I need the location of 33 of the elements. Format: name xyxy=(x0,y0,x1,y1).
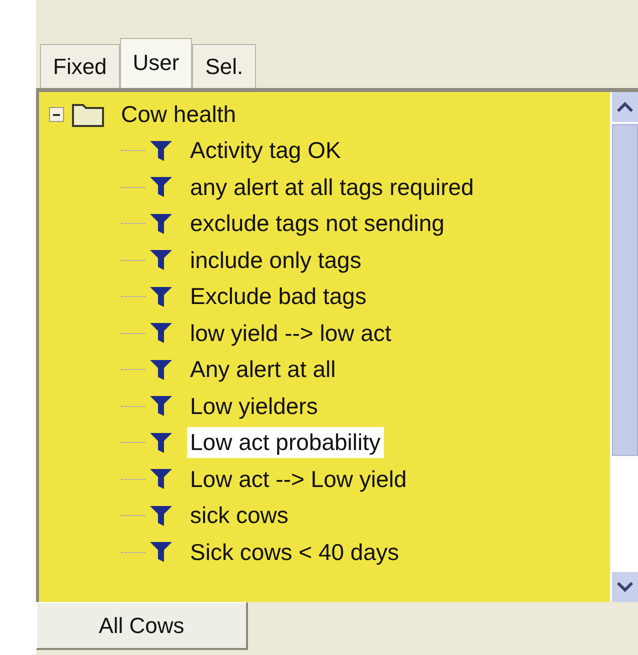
tab[interactable]: Fixed xyxy=(40,44,120,88)
tree-item[interactable]: sick cows xyxy=(187,500,292,532)
tree-item[interactable]: exclude tags not sending xyxy=(187,208,448,240)
filter-icon xyxy=(149,504,173,528)
tree-folder-label[interactable]: Cow health xyxy=(118,98,240,130)
tree-item[interactable]: include only tags xyxy=(187,244,364,276)
filter-icon xyxy=(149,358,173,382)
filter-icon xyxy=(149,394,173,418)
filter-icon xyxy=(149,212,173,236)
tree-item[interactable]: Sick cows < 40 days xyxy=(187,536,402,568)
scrollbar[interactable] xyxy=(610,92,638,602)
filter-icon xyxy=(149,321,173,346)
filter-icon xyxy=(149,467,173,492)
filter-icon xyxy=(149,248,173,272)
tree-item[interactable]: any alert at all tags required xyxy=(187,172,477,203)
folder-icon xyxy=(72,101,104,128)
tree-item[interactable]: Activity tag OK xyxy=(187,135,344,166)
tree-item[interactable]: Exclude bad tags xyxy=(187,281,370,312)
filter-icon xyxy=(149,430,173,455)
filter-icon xyxy=(149,284,173,309)
tree-item[interactable]: Low act --> Low yield xyxy=(187,464,410,495)
all-cows-button[interactable]: All Cows xyxy=(36,602,248,650)
tree-item[interactable]: Low act probability xyxy=(187,427,384,458)
filter-icon xyxy=(149,138,173,163)
collapse-icon[interactable] xyxy=(49,106,64,122)
tree-item[interactable]: Low yielders xyxy=(187,390,321,422)
tab[interactable]: User xyxy=(120,38,192,88)
filter-icon xyxy=(149,175,173,200)
tree-item[interactable]: Any alert at all xyxy=(187,354,339,386)
tab[interactable]: Sel. xyxy=(192,44,256,88)
filter-icon xyxy=(149,540,173,564)
tree-item[interactable]: low yield --> low act xyxy=(187,318,394,349)
scrollbar-thumb[interactable] xyxy=(612,124,638,456)
